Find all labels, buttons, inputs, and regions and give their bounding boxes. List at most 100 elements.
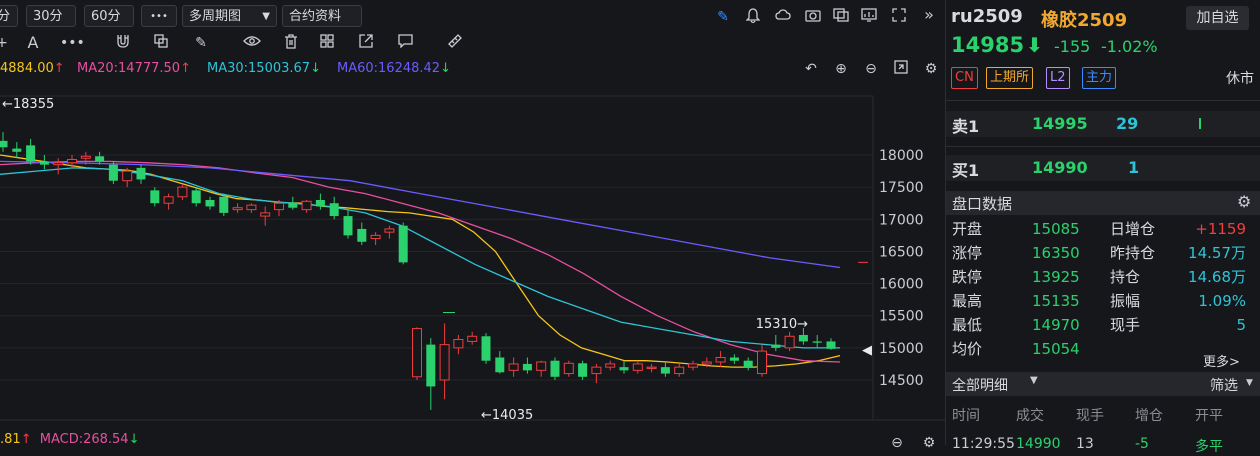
- detail-cell: 13: [1076, 436, 1094, 452]
- pencil-icon[interactable]: ✎: [192, 34, 210, 52]
- ruler-icon[interactable]: [446, 34, 464, 53]
- candle-body-up: [370, 234, 381, 240]
- ma20-value: MA20:14777.50: [77, 61, 181, 76]
- y-tick-label: 17000: [879, 212, 924, 228]
- last-price: 14985: [951, 33, 1025, 57]
- candle-body-up: [674, 366, 685, 375]
- period-30min-button[interactable]: 30分: [26, 5, 76, 27]
- undo-icon[interactable]: ↶: [802, 60, 820, 78]
- candle-body-up: [260, 212, 271, 217]
- bell-icon[interactable]: [744, 8, 762, 29]
- detail-cell: 多平: [1195, 439, 1223, 455]
- zoom-out-icon[interactable]: ⊖: [862, 60, 880, 78]
- filter-button[interactable]: 筛选: [1210, 375, 1238, 395]
- candle-body-down: [150, 190, 160, 204]
- more-periods-button[interactable]: •••: [141, 5, 177, 27]
- more-tools-icon[interactable]: •••: [60, 34, 85, 52]
- ma20-up-arrow: ↑: [180, 61, 191, 76]
- candle-body-down: [398, 225, 408, 263]
- period-60min-button[interactable]: 60分: [84, 5, 134, 27]
- share-icon[interactable]: [357, 34, 375, 53]
- macd-zoom-icon[interactable]: ⊖: [888, 434, 906, 452]
- stat-label: 现手: [1110, 316, 1141, 334]
- candle-body-up: [646, 366, 657, 369]
- pen-icon[interactable]: ✎: [714, 8, 732, 26]
- comment-icon[interactable]: [396, 34, 414, 53]
- add-watchlist-button[interactable]: 加自选: [1186, 6, 1249, 30]
- candle-body-down: [481, 336, 491, 361]
- text-tool-icon[interactable]: A: [24, 34, 42, 52]
- detail-column-header: 时间: [952, 408, 980, 424]
- ma10-up-arrow: ↑: [53, 61, 65, 76]
- tag-cn: CN: [951, 67, 978, 89]
- y-tick-label: 15500: [879, 309, 924, 325]
- gear-icon[interactable]: ⚙: [922, 60, 940, 78]
- filter-caret-icon[interactable]: ▼: [1246, 378, 1253, 388]
- eye-icon[interactable]: [242, 34, 262, 52]
- chart-settings-icon[interactable]: [892, 60, 910, 79]
- sell1-label: 卖1: [952, 117, 980, 136]
- stat-value: 14.57万: [1188, 244, 1246, 262]
- contract-info-button[interactable]: 合约资料: [282, 5, 362, 27]
- ma30-down-arrow: ↓: [310, 61, 321, 76]
- camera-icon[interactable]: [804, 8, 822, 27]
- zoom-in-icon[interactable]: ⊕: [832, 60, 850, 78]
- candle-body-down: [39, 161, 49, 165]
- candle-body-down: [522, 363, 532, 371]
- trade-detail-title[interactable]: 全部明细: [952, 375, 1008, 395]
- collapse-panel-icon[interactable]: »: [920, 6, 938, 24]
- macd-legend: .81↑ MACD:268.54↓: [0, 432, 139, 448]
- contract-code: ru2509: [951, 6, 1023, 27]
- candle-body-up: [53, 162, 64, 166]
- magnet-icon[interactable]: [114, 34, 132, 53]
- stat-value: 15054: [1032, 340, 1080, 358]
- candle-body-down: [95, 156, 105, 162]
- divider-2: [946, 146, 1260, 147]
- buy1-price: 14990: [1032, 158, 1088, 177]
- copy-window-icon[interactable]: [832, 8, 850, 27]
- ma60-legend: MA60:16248.42↓: [337, 60, 451, 78]
- layers-icon[interactable]: [152, 34, 170, 53]
- candle-body-up: [701, 361, 712, 365]
- stat-label: 涨停: [952, 244, 983, 262]
- candle-body-down: [495, 357, 505, 373]
- ma60-down-arrow: ↓: [440, 61, 451, 76]
- detail-caret-down-icon[interactable]: ▼: [1030, 375, 1038, 386]
- more-link[interactable]: 更多>: [1203, 351, 1240, 370]
- macd-settings-icon[interactable]: ⚙: [920, 434, 938, 452]
- price-change-pct: -1.02%: [1101, 37, 1158, 56]
- stat-label: 均价: [952, 340, 983, 358]
- period-button-partial[interactable]: 分: [0, 5, 18, 27]
- detail-cell: -5: [1135, 436, 1149, 452]
- detail-cell: 14990: [1016, 436, 1061, 452]
- buy1-row: 买1 14990 1: [946, 155, 1260, 181]
- ma10-value: 4884.00: [0, 61, 54, 76]
- stat-label: 跌停: [952, 268, 983, 286]
- candle-body-down: [329, 203, 339, 217]
- sell1-volume: 29: [1116, 114, 1139, 133]
- quote-panel: ru2509 橡胶2509 加自选 14985 ⬇ -155 -1.02% CN…: [945, 0, 1260, 455]
- monitor-chart-icon[interactable]: [860, 8, 878, 27]
- stat-value: 14970: [1032, 316, 1080, 334]
- candle-body-up: [688, 363, 698, 368]
- cloud-icon[interactable]: [774, 8, 792, 27]
- ma30-legend: MA30:15003.67↓: [207, 60, 321, 78]
- candlestick-chart[interactable]: 18000 17500 17000 16500 16000 15500 15000 14500…: [0, 80, 945, 440]
- candle-body-up: [591, 366, 602, 375]
- multi-period-dropdown[interactable]: 多周期图 ▼: [182, 5, 277, 27]
- tag-main: 主力: [1082, 67, 1117, 89]
- grid-icon[interactable]: [318, 34, 336, 53]
- candle-body-down: [619, 367, 629, 371]
- stat-value: 15135: [1032, 292, 1080, 310]
- trash-icon[interactable]: [282, 34, 300, 54]
- stat-label: 振幅: [1110, 292, 1141, 310]
- order-book-settings-icon[interactable]: ⚙: [1237, 192, 1251, 211]
- cursor-partial-icon[interactable]: +: [0, 34, 8, 52]
- fullscreen-icon[interactable]: [890, 8, 908, 27]
- candle-body-up: [177, 186, 188, 198]
- candle-body-down: [357, 228, 367, 242]
- candle-body-down: [26, 145, 36, 162]
- candle-body-down: [0, 140, 8, 148]
- buy1-volume: 1: [1128, 158, 1140, 177]
- candle-body-down: [743, 360, 753, 368]
